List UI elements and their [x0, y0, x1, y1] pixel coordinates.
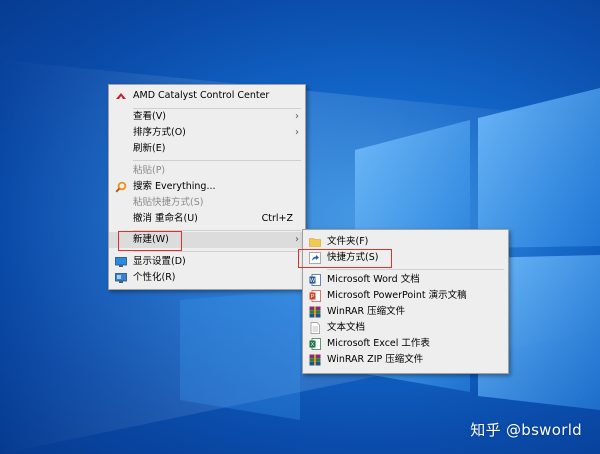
menu-item-personalize[interactable]: 个性化(R) [109, 270, 305, 286]
menu-separator [133, 160, 301, 161]
annotation-box-new [118, 231, 182, 251]
submenu-item-excel[interactable]: X Microsoft Excel 工作表 [303, 336, 508, 352]
menu-separator [133, 251, 301, 252]
watermark-text: 知乎 @bsworld [470, 421, 582, 439]
menu-item-display-settings[interactable]: 显示设置(D) [109, 254, 305, 270]
menu-item-label: Microsoft Word 文档 [327, 274, 420, 285]
menu-item-paste[interactable]: 粘贴(P) [109, 163, 305, 179]
submenu-item-winrar-zip[interactable]: WinRAR ZIP 压缩文件 [303, 352, 508, 368]
amd-catalyst-icon [116, 93, 126, 99]
winrar-icon [309, 306, 321, 318]
word-doc-icon: W [309, 274, 321, 286]
menu-item-label: 粘贴(P) [133, 165, 166, 176]
menu-item-search-everything[interactable]: 搜索 Everything... [109, 179, 305, 195]
submenu-item-winrar[interactable]: WinRAR 压缩文件 [303, 304, 508, 320]
menu-item-undo-rename[interactable]: 撤消 重命名(U) Ctrl+Z [109, 211, 305, 227]
annotation-box-shortcut [298, 249, 392, 268]
menu-item-view[interactable]: 查看(V) › [109, 109, 305, 125]
magnifier-icon [115, 181, 127, 193]
menu-item-paste-shortcut[interactable]: 粘贴快捷方式(S) [109, 195, 305, 211]
submenu-item-folder[interactable]: 文件夹(F) [303, 234, 508, 250]
new-submenu: 文件夹(F) 快捷方式(S) W Microsoft Word 文档 P Mic… [298, 229, 509, 374]
menu-item-label: 查看(V) [133, 111, 166, 122]
menu-item-refresh[interactable]: 刷新(E) [109, 141, 305, 157]
menu-item-label: 显示设置(D) [133, 256, 186, 267]
menu-item-label: WinRAR 压缩文件 [327, 306, 406, 317]
submenu-item-powerpoint[interactable]: P Microsoft PowerPoint 演示文稿 [303, 288, 508, 304]
folder-icon [309, 238, 321, 247]
menu-item-label: 文件夹(F) [327, 236, 369, 247]
menu-item-label: 撤消 重命名(U) [133, 213, 198, 224]
menu-item-label: Microsoft Excel 工作表 [327, 338, 430, 349]
personalize-icon [115, 273, 127, 283]
menu-item-label: Microsoft PowerPoint 演示文稿 [327, 290, 467, 301]
menu-item-sort-by[interactable]: 排序方式(O) › [109, 125, 305, 141]
chevron-right-icon: › [295, 111, 299, 122]
submenu-item-word-doc[interactable]: W Microsoft Word 文档 [303, 272, 508, 288]
monitor-icon [115, 257, 127, 267]
chevron-right-icon: › [295, 127, 299, 138]
menu-separator [327, 269, 504, 270]
winrar-zip-icon [309, 354, 321, 366]
chevron-right-icon: › [295, 234, 299, 245]
submenu-item-text-doc[interactable]: 文本文档 [303, 320, 508, 336]
svg-text:P: P [311, 294, 315, 300]
menu-item-label: 排序方式(O) [133, 127, 186, 138]
text-doc-icon [310, 322, 320, 334]
powerpoint-icon: P [309, 290, 321, 302]
svg-text:X: X [311, 342, 315, 348]
shortcut-text: Ctrl+Z [261, 213, 293, 224]
menu-item-label: 刷新(E) [133, 143, 166, 154]
menu-item-label: 搜索 Everything... [133, 181, 216, 192]
excel-icon: X [309, 338, 321, 350]
menu-item-amd-catalyst[interactable]: AMD Catalyst Control Center [109, 88, 305, 104]
menu-item-label: WinRAR ZIP 压缩文件 [327, 354, 424, 365]
menu-item-label: 粘贴快捷方式(S) [133, 197, 204, 208]
menu-item-label: AMD Catalyst Control Center [133, 90, 270, 101]
svg-text:W: W [310, 278, 316, 284]
desktop-context-menu: AMD Catalyst Control Center 查看(V) › 排序方式… [108, 84, 306, 290]
menu-item-label: 个性化(R) [133, 272, 176, 283]
menu-item-label: 文本文档 [327, 322, 366, 333]
